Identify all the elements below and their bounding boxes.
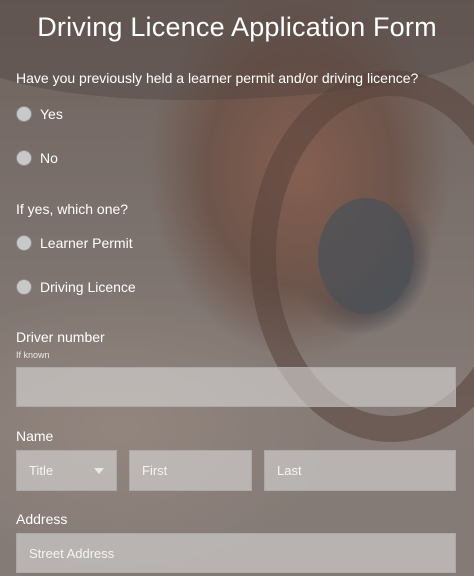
last-name-input[interactable] bbox=[264, 450, 456, 491]
radio-circle-icon[interactable] bbox=[16, 106, 32, 122]
radio-no[interactable]: No bbox=[16, 150, 58, 166]
radio-circle-icon[interactable] bbox=[16, 150, 32, 166]
form-title: Driving Licence Application Form bbox=[37, 12, 437, 42]
question-previous-licence: Have you previously held a learner permi… bbox=[16, 70, 419, 86]
street-address-input[interactable] bbox=[16, 533, 456, 573]
title-select-value: Title bbox=[29, 463, 54, 478]
radio-learner-permit-label: Learner Permit bbox=[40, 235, 133, 251]
radio-driving-licence[interactable]: Driving Licence bbox=[16, 279, 136, 295]
radio-yes[interactable]: Yes bbox=[16, 106, 63, 122]
question-which-one: If yes, which one? bbox=[16, 201, 129, 217]
chevron-down-icon bbox=[94, 467, 104, 474]
radio-driving-licence-label: Driving Licence bbox=[40, 279, 136, 295]
radio-circle-icon[interactable] bbox=[16, 279, 32, 295]
name-label: Name bbox=[16, 428, 54, 444]
first-name-input[interactable] bbox=[129, 450, 252, 491]
driver-number-hint: If known bbox=[16, 350, 50, 360]
driver-number-input[interactable] bbox=[16, 367, 456, 407]
radio-yes-label: Yes bbox=[40, 106, 63, 122]
radio-circle-icon[interactable] bbox=[16, 235, 32, 251]
driver-number-label: Driver number bbox=[16, 329, 105, 345]
radio-learner-permit[interactable]: Learner Permit bbox=[16, 235, 133, 251]
address-label: Address bbox=[16, 511, 68, 527]
application-form: Driving Licence Application Form Have yo… bbox=[0, 0, 474, 576]
title-select[interactable]: Title bbox=[16, 450, 117, 491]
radio-no-label: No bbox=[40, 150, 58, 166]
